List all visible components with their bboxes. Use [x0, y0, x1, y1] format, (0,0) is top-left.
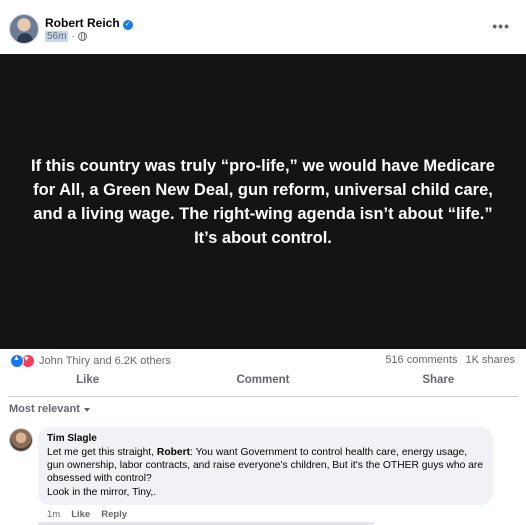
post-author[interactable]: Robert Reich ✓: [45, 16, 133, 30]
comment-like-button[interactable]: Like: [71, 509, 90, 520]
engagement-counts: 516 comments 1K shares: [385, 354, 515, 366]
caret-down-icon: [83, 408, 90, 412]
comment-button[interactable]: Comment: [175, 374, 350, 394]
reactions-summary[interactable]: John Thiry and 6.2K others: [10, 354, 171, 368]
post-stats: John Thiry and 6.2K others 516 comments …: [0, 352, 526, 372]
more-options-button[interactable]: •••: [492, 18, 510, 34]
post-author-name[interactable]: Robert Reich: [45, 16, 120, 30]
author-avatar[interactable]: [9, 14, 39, 44]
post-timestamp[interactable]: 56m: [45, 31, 69, 42]
comment-sort-label: Most relevant: [9, 403, 80, 415]
post-quote-text: If this country was truly “pro-life,” we…: [31, 156, 495, 247]
like-reaction-icon: [10, 354, 24, 368]
post-image[interactable]: If this country was truly “pro-life,” we…: [0, 54, 526, 349]
comment-bubble: Tim Slagle Let me get this straight, Rob…: [38, 427, 493, 505]
comment-text: Let me get this straight, Robert: You wa…: [47, 446, 484, 499]
like-button[interactable]: Like: [0, 374, 175, 394]
share-button[interactable]: Share: [351, 374, 526, 394]
comments-count[interactable]: 516 comments: [385, 354, 457, 366]
post-meta: 56m ·: [45, 31, 87, 42]
comment-text-part: Let me get this straight,: [47, 447, 157, 458]
post-header: Robert Reich ✓ 56m · •••: [0, 0, 526, 54]
meta-separator: ·: [71, 31, 75, 42]
verified-badge-icon: ✓: [122, 20, 133, 30]
comment-reply-button[interactable]: Reply: [101, 509, 127, 520]
post-actions: Like Comment Share: [0, 374, 526, 394]
reactors-text[interactable]: John Thiry and 6.2K others: [39, 355, 171, 367]
comment-footer: 1m Like Reply: [47, 509, 127, 520]
comment-timestamp[interactable]: 1m: [47, 509, 60, 520]
commenter-avatar[interactable]: [9, 428, 33, 452]
globe-icon: [77, 32, 87, 41]
comment-sort-dropdown[interactable]: Most relevant: [9, 403, 90, 415]
actions-divider: [8, 396, 518, 397]
comment-author[interactable]: Tim Slagle: [47, 433, 484, 444]
comment-mention[interactable]: Robert: [157, 447, 190, 458]
shares-count[interactable]: 1K shares: [465, 354, 515, 366]
